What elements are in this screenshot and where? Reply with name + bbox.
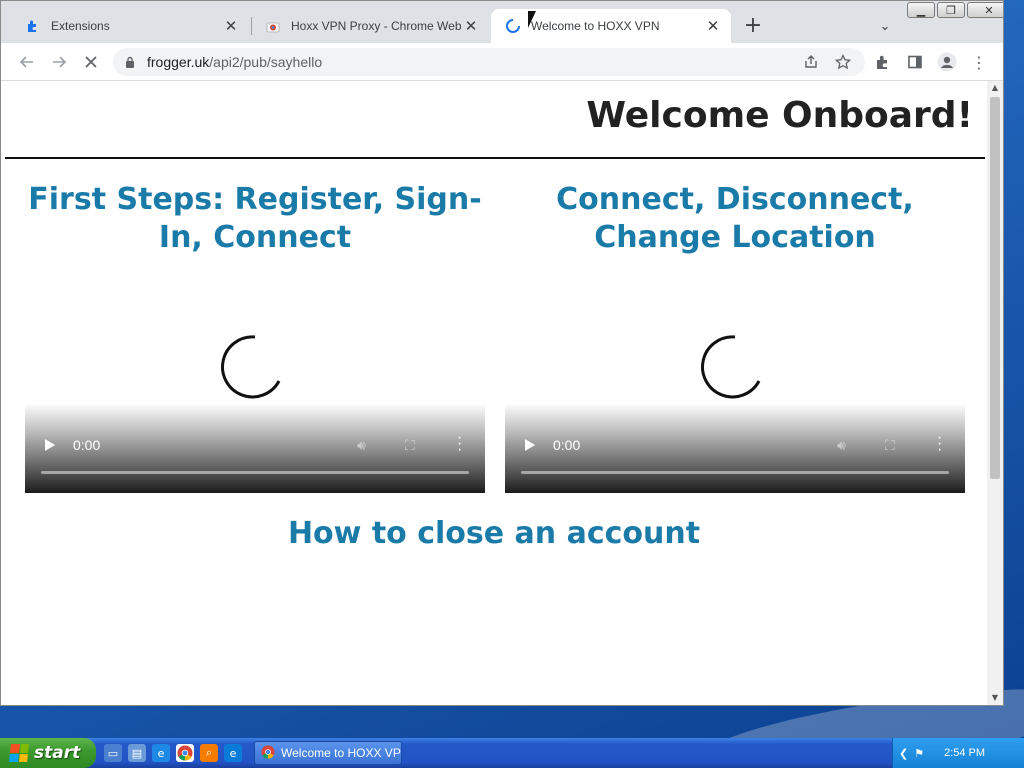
video-player-first-steps[interactable]: 0:00 🔊︎ ⛶ · · ·	[25, 317, 485, 493]
close-icon[interactable]: ✕	[223, 18, 239, 35]
video-time: 0:00	[73, 437, 101, 453]
window-switcher-icon[interactable]: ▤	[128, 744, 146, 762]
system-tray: ❮ ⚑ 2:54 PM	[892, 738, 1024, 768]
heading-divider	[5, 157, 985, 159]
tab-extensions[interactable]: Extensions ✕	[11, 9, 249, 43]
puzzle-icon	[25, 18, 41, 34]
fullscreen-icon[interactable]: ⛶	[885, 437, 895, 454]
tray-expand-icon[interactable]: ❮	[899, 747, 908, 760]
video-controls: 0:00 🔊︎ ⛶ · · ·	[505, 405, 965, 493]
video-progress-bar[interactable]	[521, 471, 949, 474]
extensions-puzzle-icon[interactable]	[871, 50, 895, 74]
quick-launch: ▭ ▤ e ⌕ e	[104, 744, 242, 762]
browser-window: Extensions ✕ Hoxx VPN Proxy - Chrome Web…	[0, 0, 1004, 706]
close-icon[interactable]: ✕	[705, 18, 721, 35]
show-desktop-icon[interactable]: ▭	[104, 744, 122, 762]
address-bar[interactable]: frogger.uk/api2/pub/sayhello	[113, 48, 865, 76]
internet-explorer-icon[interactable]: e	[152, 744, 170, 762]
scroll-up-icon[interactable]: ▲	[987, 81, 1003, 95]
scroll-down-icon[interactable]: ▼	[987, 691, 1003, 705]
video-progress-bar[interactable]	[41, 471, 469, 474]
more-options-icon[interactable]: · · ·	[937, 430, 942, 458]
section-title-connect-disconnect: Connect, Disconnect, Change Location	[556, 182, 914, 255]
chrome-web-store-icon	[265, 18, 281, 34]
section-title-close-account: How to close an account	[287, 516, 701, 551]
loading-spinner-icon	[221, 335, 281, 399]
video-player-connect-disconnect[interactable]: 0:00 🔊︎ ⛶ · · ·	[505, 317, 965, 493]
loading-spinner-icon	[701, 335, 761, 399]
bookmark-star-icon[interactable]	[831, 50, 855, 74]
volume-icon[interactable]: 🔊︎	[837, 437, 846, 454]
welcome-heading: Welcome Onboard!	[586, 95, 973, 136]
new-tab-button[interactable]: +	[741, 15, 765, 39]
windows-flag-icon	[9, 744, 29, 762]
chrome-icon	[261, 744, 275, 762]
video-controls: 0:00 🔊︎ ⛶ · · ·	[25, 405, 485, 493]
tab-strip: Extensions ✕ Hoxx VPN Proxy - Chrome Web…	[1, 1, 1003, 43]
taskbar-item-chrome-window[interactable]: Welcome to HOXX VPN...	[254, 741, 402, 765]
search-icon[interactable]: ⌕	[200, 744, 218, 762]
chrome-icon[interactable]	[176, 744, 194, 762]
tab-title: Welcome to HOXX VPN	[531, 19, 660, 33]
close-icon[interactable]: ✕	[463, 18, 479, 35]
more-options-icon[interactable]: · · ·	[457, 430, 462, 458]
side-panel-icon[interactable]	[903, 50, 927, 74]
share-icon[interactable]	[799, 50, 823, 74]
windows-taskbar: start ▭ ▤ e ⌕ e Welcome to HOXX VPN... ❮…	[0, 738, 1024, 768]
page-viewport: Welcome Onboard! First Steps: Register, …	[1, 81, 987, 705]
scrollbar-thumb[interactable]	[990, 97, 1000, 479]
stop-loading-icon[interactable]	[79, 50, 103, 74]
tab-chrome-web-store[interactable]: Hoxx VPN Proxy - Chrome Web Store ✕	[251, 9, 489, 43]
edge-icon[interactable]: e	[224, 744, 242, 762]
url-path: /api2/pub/sayhello	[209, 54, 323, 70]
loading-spinner-icon	[505, 18, 521, 34]
start-button[interactable]: start	[0, 738, 96, 768]
taskbar-item-label: Welcome to HOXX VPN...	[281, 746, 401, 760]
close-window-icon[interactable]: ✕	[967, 2, 1003, 18]
start-label: start	[34, 743, 81, 763]
lock-icon	[113, 56, 147, 68]
window-controls: ▁ ❐ ✕	[907, 2, 1003, 18]
volume-icon[interactable]: 🔊︎	[357, 437, 366, 454]
play-icon[interactable]	[45, 439, 55, 451]
chevron-down-icon[interactable]: ⌄	[873, 15, 897, 39]
fullscreen-icon[interactable]: ⛶	[405, 437, 415, 454]
page-scrollbar[interactable]: ▲ ▼	[987, 81, 1003, 705]
profile-avatar-icon[interactable]	[935, 50, 959, 74]
tab-welcome-hoxx[interactable]: Welcome to HOXX VPN ✕	[491, 9, 731, 43]
url-host: frogger.uk	[147, 54, 210, 70]
minimize-icon[interactable]: ▁	[907, 2, 935, 18]
url-text: frogger.uk/api2/pub/sayhello	[147, 54, 322, 70]
kebab-menu-icon[interactable]: ⋮	[967, 50, 991, 74]
play-icon[interactable]	[525, 439, 535, 451]
mouse-cursor-icon	[528, 11, 541, 28]
back-arrow-icon[interactable]	[15, 50, 39, 74]
forward-arrow-icon[interactable]	[47, 50, 71, 74]
clock[interactable]: 2:54 PM	[944, 747, 985, 759]
section-title-first-steps: First Steps: Register, Sign-In, Connect	[28, 182, 482, 255]
network-icon[interactable]: ⚑	[914, 747, 924, 760]
tab-title: Extensions	[51, 19, 110, 33]
restore-icon[interactable]: ❐	[937, 2, 965, 18]
video-time: 0:00	[553, 437, 581, 453]
tab-title: Hoxx VPN Proxy - Chrome Web Store	[291, 19, 463, 33]
browser-toolbar: frogger.uk/api2/pub/sayhello ⋮	[1, 43, 1003, 81]
